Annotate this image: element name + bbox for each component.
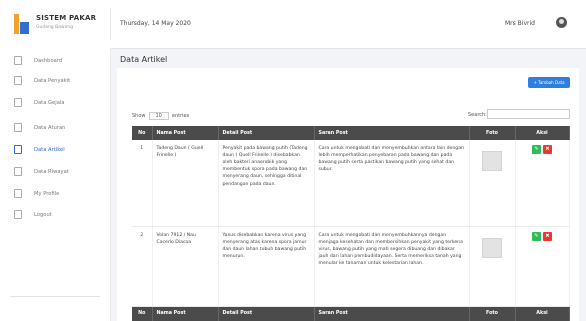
sidebar-item-label: Data Aturan [34,124,66,131]
clipboard-icon [14,76,22,85]
cell-aksi: ✎ ✖ [515,140,570,227]
cell-saran: Cara untuk mengobati dan menyembuhkan an… [314,140,470,227]
search-label: Search: [468,112,487,118]
home-icon [14,56,22,65]
sidebar-item-label: Dashboard [34,57,63,64]
show-label: Show [132,113,146,119]
table-footer-row: No Nama Post Detail Post Saran Post Foto… [132,306,570,321]
footer-foto: Foto [469,306,516,321]
show-entries: Show 10 entries [132,112,189,120]
header-divider [110,8,111,40]
header-date: Thursday, 14 May 2020 [120,20,191,27]
entries-label: entries [171,113,190,119]
search-input[interactable] [487,109,570,119]
sidebar-item-label: Logout [34,211,52,218]
table-header-row: No Nama Post Detail Post Saran Post Foto… [132,126,570,140]
sidebar-item-data-artikel[interactable]: Data Artikel [14,145,104,157]
header-no[interactable]: No [132,126,153,140]
delete-button[interactable]: ✖ [543,231,552,241]
footer-no: No [132,306,153,321]
article-icon [14,145,22,154]
sidebar-item-label: Data Gejala [34,99,65,106]
footer-nama-post: Nama Post [152,306,219,321]
sidebar-item-data-aturan[interactable]: Data Aturan [14,123,104,135]
edit-button[interactable]: ✎ [532,231,541,241]
sidebar-item-dashboard[interactable]: Dashboard [14,56,104,68]
sidebar-item-my-profile[interactable]: My Profile [14,189,104,201]
header-detail-post[interactable]: Detail Post [218,126,315,140]
list-icon [14,98,22,107]
header-aksi[interactable]: Aksi [515,126,570,140]
article-thumbnail[interactable] [482,151,502,171]
cell-detail: Penyakit pada bawang putih (Tadeng daun … [218,140,315,227]
history-icon [14,167,22,176]
user-icon [14,189,22,198]
sidebar: Dashboard Data Penyakit Data Gejala Data… [0,48,111,321]
header-nama-post[interactable]: Nama Post [152,126,219,140]
cell-no: 2 [132,226,153,307]
cell-saran: Cara untuk mengobati dan menyembuhkannya… [314,226,470,307]
sidebar-item-data-riwayat[interactable]: Data Riwayat [14,167,104,179]
user-name[interactable]: Mrs Bivrid [505,20,535,27]
sidebar-item-label: Data Riwayat [34,168,69,175]
entries-select[interactable]: 10 [148,112,169,120]
sidebar-item-logout[interactable]: Logout [14,210,104,222]
article-thumbnail[interactable] [482,237,502,258]
table-row: 2 Volan 7912 / Nau Cacerlo Diacoa Yaxus … [132,226,570,307]
brand-title: SISTEM PAKAR [36,14,97,22]
add-article-button[interactable]: + Tambah Data [528,77,570,88]
app: SISTEM PAKAR Gudang Bawang Thursday, 14 … [0,0,586,321]
sidebar-item-label: Data Penyakit [34,77,71,84]
page-title: Data Artikel [120,55,168,64]
articles-table: No Nama Post Detail Post Saran Post Foto… [132,126,570,321]
sidebar-item-label: My Profile [34,190,60,197]
logout-icon [14,210,22,219]
content-panel: + Tambah Data Show 10 entries Search: No N… [117,68,579,321]
edit-button[interactable]: ✎ [532,145,541,154]
cell-foto [469,226,516,307]
cell-foto [469,140,516,227]
footer-saran-post: Saran Post [314,306,470,321]
header-foto[interactable]: Foto [469,126,516,140]
cell-nama: Volan 7912 / Nau Cacerlo Diacoa [152,226,219,307]
brand[interactable]: SISTEM PAKAR Gudang Bawang [14,12,104,38]
avatar[interactable] [556,17,567,28]
sidebar-item-data-gejala[interactable]: Data Gejala [14,98,104,110]
table-row: 1 Tadeng Daun ( Guell Frinelle ) Penyaki… [132,140,570,227]
logo-icon [14,14,30,34]
brand-subtitle: Gudang Bawang [36,25,74,30]
header-saran-post[interactable]: Saran Post [314,126,470,140]
footer-detail-post: Detail Post [218,306,315,321]
cell-detail: Yaxus disebabkan karena virus yang menye… [218,226,315,307]
cell-aksi: ✎ ✖ [515,226,570,307]
cell-nama: Tadeng Daun ( Guell Frinelle ) [152,140,219,227]
footer-aksi: Aksi [515,306,570,321]
sidebar-divider [10,296,100,297]
topbar: SISTEM PAKAR Gudang Bawang Thursday, 14 … [0,0,586,49]
rules-icon [14,123,22,132]
cell-no: 1 [132,140,153,227]
delete-button[interactable]: ✖ [543,145,552,154]
sidebar-item-label: Data Artikel [34,146,65,153]
sidebar-item-data-penyakit[interactable]: Data Penyakit [14,76,104,88]
